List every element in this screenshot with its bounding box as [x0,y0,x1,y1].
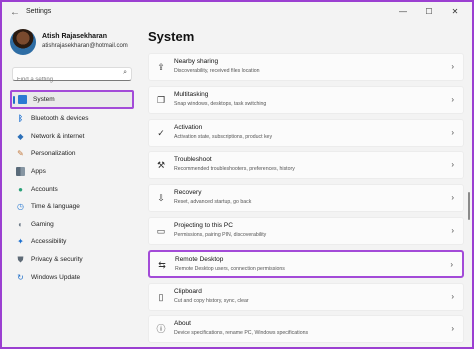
chevron-right-icon: › [451,291,454,301]
minimize-button[interactable]: — [394,5,412,19]
sidebar-item-label: Personalization [31,150,76,158]
sidebar-item-bluetooth[interactable]: ᛒ Bluetooth & devices [10,110,138,128]
projecting-icon: ▭ [156,225,166,236]
apps-icon [16,167,25,177]
card-remote-desktop[interactable]: ⇆ Remote Desktop Remote Desktop users, c… [148,249,464,278]
card-title: Remote Desktop [175,255,224,263]
chevron-right-icon: › [451,160,454,170]
card-title: Activation [174,123,203,131]
activation-icon: ✓ [157,127,165,138]
sidebar-item-accessibility[interactable]: ✦ Accessibility [10,233,138,251]
chevron-right-icon: › [451,62,454,71]
sidebar-item-label: Windows Update [31,273,81,281]
card-subtitle: Cut and copy history, sync, clear [174,297,249,304]
maximize-button[interactable]: ☐ [420,5,438,19]
sidebar-item-label: Bluetooth & devices [31,115,89,123]
sidebar-item-label: System [33,96,55,103]
card-subtitle: Discoverability, received files location [174,68,260,74]
remote-desktop-icon: ⇆ [158,259,166,270]
sidebar-item-label: Apps [31,168,46,176]
profile-email: atishrajasekharan@hotmail.com [42,43,128,49]
profile-name: Atish Rajasekharan [42,33,107,40]
card-troubleshoot[interactable]: ⚒ Troubleshoot Recommended troubleshoote… [148,151,464,180]
card-projecting[interactable]: ▭ Projecting to this PC Permissions, pai… [148,216,464,245]
info-icon: ⓘ [156,324,166,335]
sidebar-item-apps[interactable]: Apps [10,163,138,181]
privacy-icon: ⛊ [17,255,24,265]
windows-update-icon: ↻ [17,272,24,282]
settings-window: ← Settings — ☐ ✕ Atish Rajasekharan atis… [2,2,472,347]
card-subtitle: Activation state, subscriptions, product… [174,133,273,140]
chevron-right-icon: › [451,94,454,104]
sidebar-item-label: Accessibility [31,238,67,246]
gaming-icon: ◐ [18,219,23,229]
accessibility-icon: ✦ [17,237,24,247]
card-recovery[interactable]: ⇩ Recovery Reset, advanced startup, go b… [148,184,464,213]
card-nearby-sharing[interactable]: ⇪ Nearby sharing Discoverability, receiv… [148,53,464,81]
share-icon: ⇪ [157,62,165,72]
card-subtitle: Snap windows, desktops, task switching [174,100,267,107]
search-box[interactable]: ⌕ [12,67,132,86]
sidebar-item-personalization[interactable]: ✎ Personalization [10,145,138,163]
sidebar-item-label: Accounts [31,185,58,193]
page-title: System [148,29,195,44]
accounts-icon: ● [18,184,23,194]
sidebar-item-network[interactable]: ◆ Network & internet [10,128,138,146]
multitasking-icon: ❐ [156,94,166,105]
personalization-icon: ✎ [17,149,24,159]
sidebar-nav: System ᛒ Bluetooth & devices ◆ Network &… [10,90,138,286]
card-title: Multitasking [174,90,209,98]
sidebar-item-privacy[interactable]: ⛊ Privacy & security [10,251,138,269]
system-icon [18,95,27,104]
bluetooth-icon: ᛒ [18,114,23,124]
card-subtitle: Reset, advanced startup, go back [174,199,252,206]
network-icon: ◆ [17,131,24,141]
search-input[interactable] [13,74,113,86]
sidebar-item-label: Gaming [31,220,54,228]
settings-list: ⇪ Nearby sharing Discoverability, receiv… [148,53,464,347]
sidebar-item-label: Network & internet [31,132,85,140]
card-subtitle: Device specifications, rename PC, Window… [174,330,309,337]
sidebar-item-time-language[interactable]: ◷ Time & language [10,198,138,216]
search-icon[interactable]: ⌕ [123,69,127,77]
card-subtitle: Recommended troubleshooters, preferences… [174,166,295,173]
card-title: Recovery [174,189,202,197]
clipboard-icon: ▯ [158,291,164,302]
chevron-right-icon: › [451,127,454,137]
sidebar-item-system[interactable]: System [10,90,134,109]
card-title: About [174,320,191,328]
card-clipboard[interactable]: ▯ Clipboard Cut and copy history, sync, … [148,282,464,311]
sidebar-item-label: Time & language [31,203,80,211]
avatar[interactable] [10,29,36,55]
back-arrow-icon[interactable]: ← [8,6,22,20]
sidebar-item-gaming[interactable]: ◐ Gaming [10,216,138,234]
chevron-right-icon: › [451,193,454,203]
card-title: Projecting to this PC [174,221,233,229]
time-language-icon: ◷ [17,202,24,212]
sidebar-item-label: Privacy & security [31,256,83,264]
sidebar-item-accounts[interactable]: ● Accounts [10,180,138,198]
wrench-icon: ⚒ [156,160,166,171]
card-title: Troubleshoot [174,156,212,164]
card-multitasking[interactable]: ❐ Multitasking Snap windows, desktops, t… [148,85,464,114]
title-bar: ← Settings — ☐ ✕ [2,2,472,24]
card-subtitle: Remote Desktop users, connection permiss… [175,265,285,272]
chevron-right-icon: › [451,324,454,334]
card-title: Clipboard [174,287,202,295]
close-button[interactable]: ✕ [446,5,464,19]
chevron-right-icon: › [451,225,454,235]
app-title: Settings [26,8,52,15]
card-about[interactable]: ⓘ About Device specifications, rename PC… [148,315,464,344]
card-subtitle: Permissions, pairing PIN, discoverabilit… [174,231,267,238]
recovery-icon: ⇩ [157,193,165,204]
card-activation[interactable]: ✓ Activation Activation state, subscript… [148,118,464,147]
sidebar-item-windows-update[interactable]: ↻ Windows Update [10,268,138,286]
chevron-right-icon: › [450,259,453,269]
scrollbar-thumb[interactable] [468,192,470,220]
card-title: Nearby sharing [174,58,219,65]
